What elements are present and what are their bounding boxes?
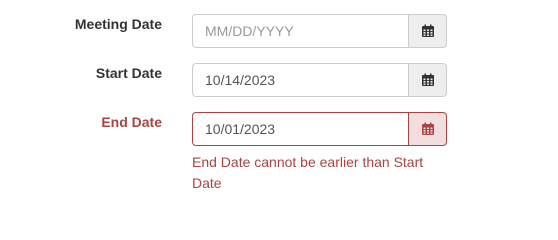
end-date-input[interactable] — [192, 112, 408, 146]
end-date-calendar-button[interactable] — [408, 112, 447, 146]
meeting-date-input-group — [192, 14, 447, 48]
meeting-date-calendar-button[interactable] — [408, 14, 447, 48]
calendar-icon — [421, 122, 434, 135]
calendar-icon — [421, 24, 434, 37]
end-date-input-group — [192, 112, 447, 146]
end-date-label: End Date — [101, 114, 162, 130]
calendar-icon — [421, 73, 434, 86]
meeting-date-label: Meeting Date — [74, 16, 162, 32]
end-date-error-message: End Date cannot be earlier than Start Da… — [192, 154, 424, 191]
start-date-calendar-button[interactable] — [408, 63, 447, 97]
start-date-input[interactable] — [192, 63, 408, 97]
start-date-input-group — [192, 63, 447, 97]
meeting-date-input[interactable] — [192, 14, 408, 48]
start-date-label: Start Date — [95, 65, 162, 81]
